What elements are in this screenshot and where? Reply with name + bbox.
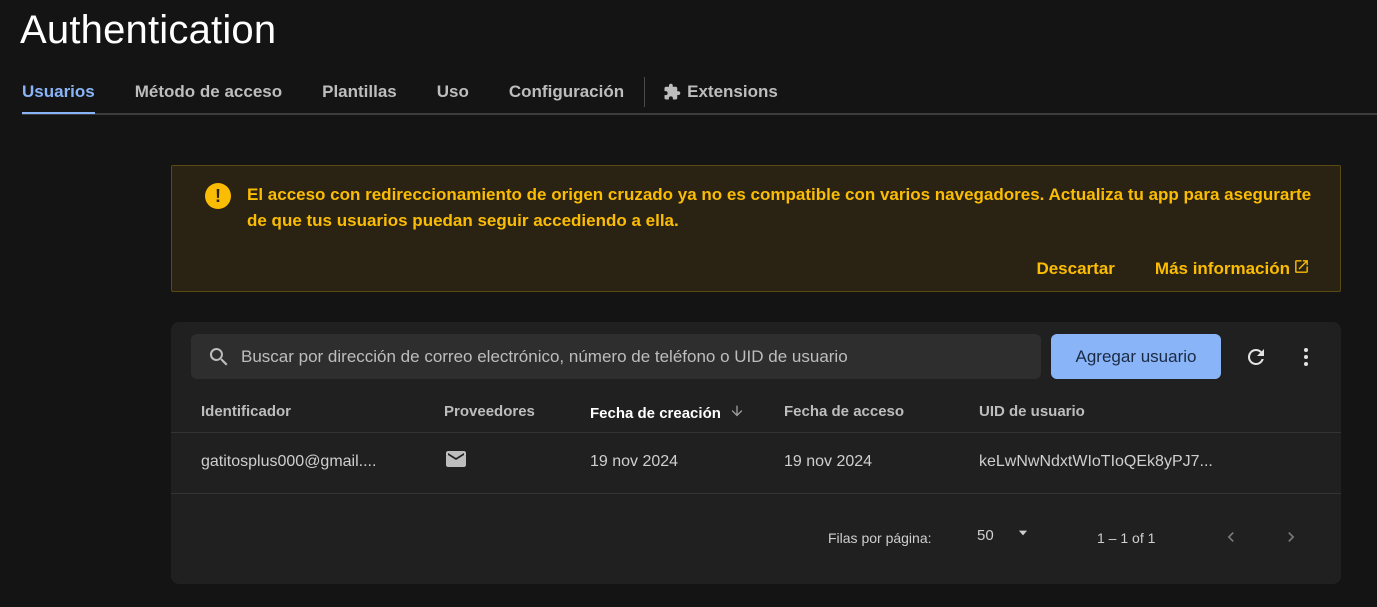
banner-actions: Descartar Más información: [1036, 258, 1310, 280]
dismiss-button[interactable]: Descartar: [1036, 258, 1114, 280]
tab-templates[interactable]: Plantillas: [322, 70, 397, 113]
tab-usage[interactable]: Uso: [437, 70, 469, 113]
tab-users[interactable]: Usuarios: [22, 70, 95, 114]
tab-extensions-label: Extensions: [687, 81, 778, 101]
tab-bar: Usuarios Método de acceso Plantillas Uso…: [22, 70, 1377, 115]
cell-last-sign-in: 19 nov 2024: [784, 453, 873, 470]
dropdown-icon: [1016, 526, 1030, 544]
column-uid[interactable]: UID de usuario: [979, 403, 1085, 420]
add-user-button[interactable]: Agregar usuario: [1051, 334, 1221, 379]
chevron-right-icon[interactable]: [1278, 524, 1304, 550]
cell-created: 19 nov 2024: [590, 453, 679, 470]
warning-banner: ! El acceso con redireccionamiento de or…: [171, 165, 1341, 292]
table-header: Identificador Proveedores Fecha de creac…: [171, 392, 1341, 433]
tab-divider: [644, 76, 646, 107]
table-row[interactable]: gatitosplus000@gmail.... 19 nov 2024 19 …: [171, 433, 1341, 494]
more-info-link[interactable]: Más información: [1155, 258, 1310, 280]
tab-settings[interactable]: Configuración: [509, 70, 624, 113]
rows-per-page-select[interactable]: 50: [977, 526, 1030, 544]
column-created[interactable]: Fecha de creación: [590, 403, 745, 423]
cell-identifier: gatitosplus000@gmail....: [201, 453, 377, 470]
arrow-down-icon: [729, 403, 745, 423]
more-vert-icon[interactable]: [1291, 342, 1321, 372]
cell-uid: keLwNwNdxtWIoTIoQEk8yPJ7...: [979, 453, 1213, 470]
column-created-label: Fecha de creación: [590, 404, 721, 422]
column-identifier[interactable]: Identificador: [201, 403, 291, 420]
email-icon: [444, 447, 468, 476]
rows-per-page-label: Filas por página:: [828, 530, 932, 546]
users-card: Agregar usuario Identificador Proveedore…: [171, 322, 1341, 584]
chevron-left-icon[interactable]: [1218, 524, 1244, 550]
page-range: 1 – 1 of 1: [1097, 530, 1156, 546]
puzzle-icon: [663, 83, 681, 101]
more-info-label: Más información: [1154, 259, 1290, 278]
search-icon: [207, 345, 231, 369]
rows-per-page-value: 50: [977, 526, 994, 544]
warning-icon: !: [205, 183, 231, 209]
page-title: Authentication: [20, 8, 277, 52]
refresh-icon[interactable]: [1241, 342, 1271, 372]
tab-sign-in-method[interactable]: Método de acceso: [135, 70, 282, 113]
banner-message: El acceso con redireccionamiento de orig…: [247, 185, 1312, 230]
search-input[interactable]: [241, 346, 1021, 367]
tab-extensions[interactable]: Extensions: [663, 70, 778, 113]
column-providers[interactable]: Proveedores: [444, 403, 535, 420]
pagination: Filas por página: 50 1 – 1 of 1: [171, 522, 1341, 552]
search-box: [191, 334, 1041, 379]
external-link-icon: [1293, 258, 1310, 280]
column-last-sign-in[interactable]: Fecha de acceso: [784, 403, 904, 420]
